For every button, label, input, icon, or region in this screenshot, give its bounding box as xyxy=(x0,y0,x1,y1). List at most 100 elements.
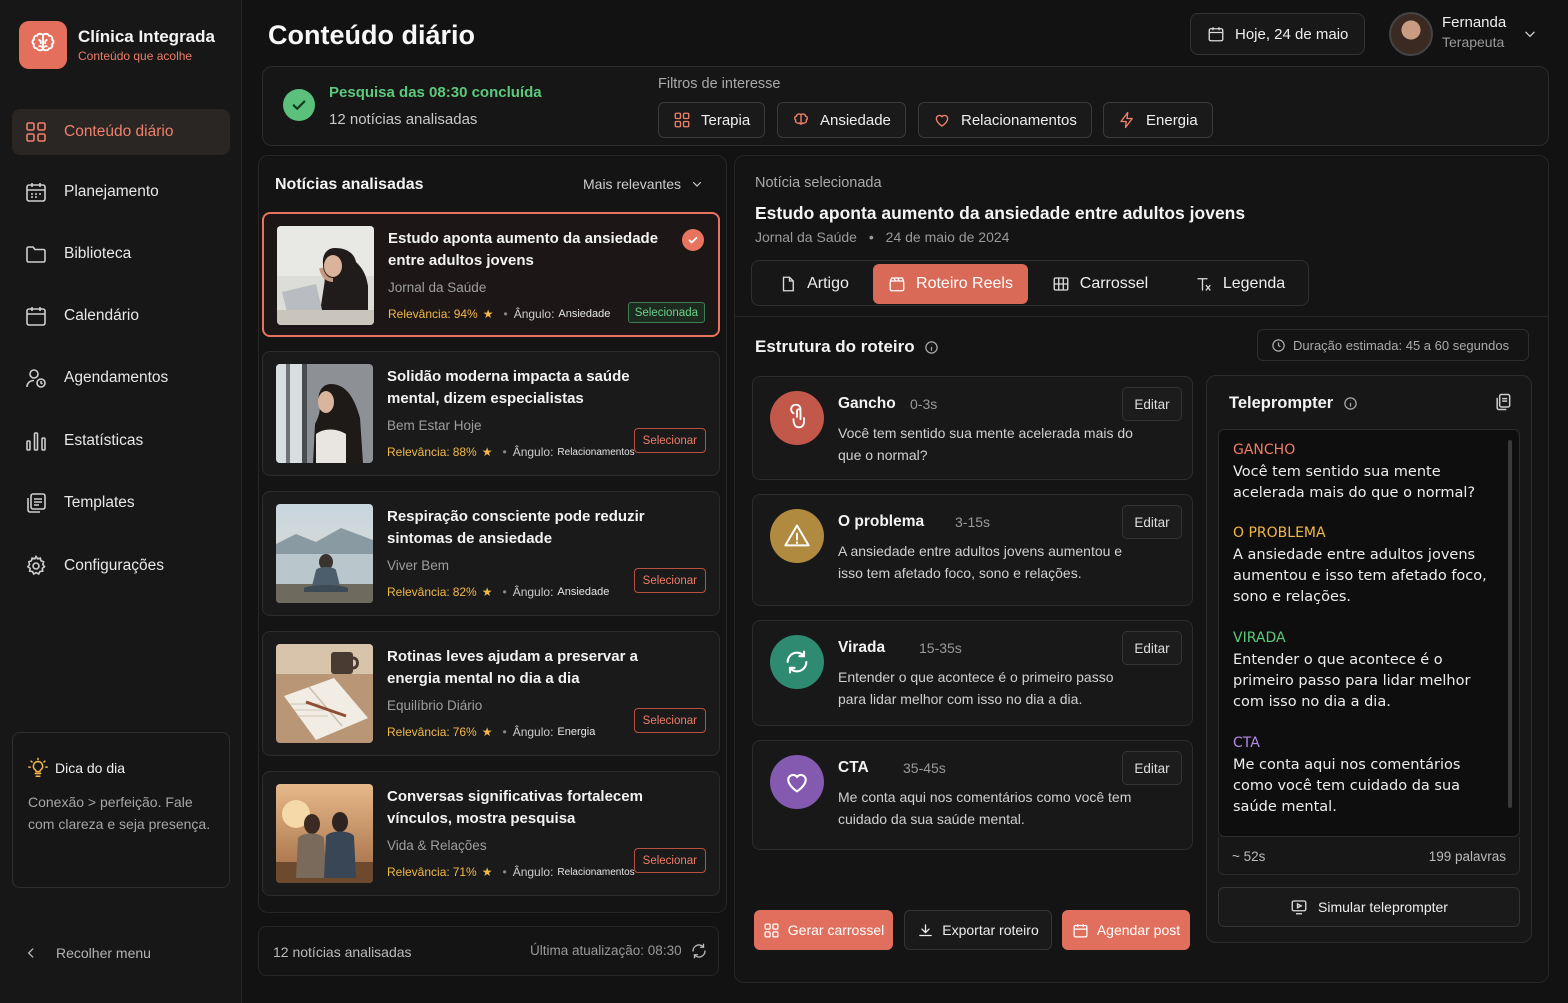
gear-icon xyxy=(24,554,48,578)
news-card[interactable]: Solidão moderna impacta a saúde mental, … xyxy=(262,351,720,476)
news-title: Rotinas leves ajudam a preservar a energ… xyxy=(387,648,638,687)
bar-chart-icon xyxy=(24,429,48,453)
sidebar-item-label: Agendamentos xyxy=(64,369,169,386)
relevance-value: 76% xyxy=(452,725,477,739)
relevance-label: Relevância: xyxy=(387,865,450,879)
simulate-teleprompter-button[interactable]: Simular teleprompter xyxy=(1218,887,1520,927)
info-icon[interactable] xyxy=(924,340,939,355)
page-title: Conteúdo diário xyxy=(268,20,475,50)
chevron-down-icon[interactable] xyxy=(1523,27,1537,41)
tab-artigo[interactable]: Artigo xyxy=(756,264,872,304)
edit-button[interactable]: Editar xyxy=(1122,505,1182,539)
star-icon: ★ xyxy=(482,307,494,321)
news-meta: Relevância: 94% ★ • Ângulo: Ansiedade xyxy=(388,307,611,321)
heart-icon xyxy=(770,755,824,809)
sidebar-item-biblioteca[interactable]: Biblioteca xyxy=(12,231,230,277)
select-button[interactable]: Selecionar xyxy=(633,428,706,453)
news-card[interactable]: Respiração consciente pode reduzir sinto… xyxy=(262,491,720,616)
filter-chip-label: Terapia xyxy=(701,111,751,129)
news-thumbnail-woman-laptop xyxy=(277,226,374,325)
sidebar-item-label: Conteúdo diário xyxy=(64,123,174,140)
filter-chip-terapia[interactable]: Terapia xyxy=(658,102,766,138)
step-name: Gancho xyxy=(838,395,896,412)
tab-roteiro-reels[interactable]: Roteiro Reels xyxy=(873,264,1028,304)
star-icon: ★ xyxy=(481,585,493,599)
sidebar-item-planejamento[interactable]: Planejamento xyxy=(12,169,230,215)
date-button[interactable]: Hoje, 24 de maio xyxy=(1190,13,1365,55)
sidebar-item-templates[interactable]: Templates xyxy=(12,480,230,526)
filter-chip-energia[interactable]: Energia xyxy=(1103,102,1213,138)
sidebar-item-label: Templates xyxy=(64,494,135,511)
info-icon[interactable] xyxy=(1343,396,1358,411)
select-button[interactable]: Selecionar xyxy=(633,848,706,873)
tab-carrossel[interactable]: Carrossel xyxy=(1037,264,1163,304)
teleprompter-section: CTA Me conta aqui nos comentários como v… xyxy=(1233,735,1461,815)
angle-value: Ansiedade xyxy=(557,586,610,598)
grid-icon xyxy=(24,120,48,144)
refresh-cycle-icon xyxy=(770,635,824,689)
relevance-label: Relevância: xyxy=(387,585,450,599)
clock-icon xyxy=(1271,338,1286,353)
step-name: Virada xyxy=(838,639,886,656)
selected-check-icon xyxy=(682,229,704,251)
export-script-button[interactable]: Exportar roteiro xyxy=(904,910,1052,950)
user-clock-icon xyxy=(24,366,48,390)
filter-chip-label: Ansiedade xyxy=(820,111,891,129)
calendar-icon xyxy=(24,304,48,328)
sidebar-item-label: Estatísticas xyxy=(64,432,144,449)
duration-estimate: Duração estimada: 45 a 60 segundos xyxy=(1257,329,1529,361)
script-step-cta: CTA 35-45s Me conta aqui nos comentários… xyxy=(752,740,1193,850)
teleprompter-panel: Teleprompter GANCHO Você tem sentido sua… xyxy=(1206,375,1532,943)
news-title: Respiração consciente pode reduzir sinto… xyxy=(387,508,645,547)
download-icon xyxy=(919,923,933,936)
select-button[interactable]: Selecionar xyxy=(633,568,706,593)
generate-carousel-button[interactable]: Gerar carrossel xyxy=(754,910,893,950)
news-card[interactable]: Estudo aponta aumento da ansiedade entre… xyxy=(262,212,720,337)
sidebar: Clínica Integrada Conteúdo que acolhe Co… xyxy=(0,0,242,1003)
carousel-icon xyxy=(1053,277,1069,291)
sidebar-item-configuracoes[interactable]: Configurações xyxy=(12,543,230,589)
angle-label: Ângulo: xyxy=(512,865,554,879)
sidebar-item-label: Configurações xyxy=(64,557,164,574)
lightbulb-icon xyxy=(27,757,49,779)
sidebar-item-estatisticas[interactable]: Estatísticas xyxy=(12,418,230,464)
sidebar-item-agendamentos[interactable]: Agendamentos xyxy=(12,355,230,401)
touch-icon xyxy=(770,391,824,445)
chevron-down-icon xyxy=(691,178,703,190)
filter-chip-label: Relacionamentos xyxy=(961,111,1077,129)
schedule-post-button[interactable]: Agendar post xyxy=(1062,910,1190,950)
edit-button[interactable]: Editar xyxy=(1122,631,1182,665)
edit-button[interactable]: Editar xyxy=(1122,751,1182,785)
sidebar-item-label: Planejamento xyxy=(64,183,159,200)
step-text: Entender o que acontece é o primeiro pas… xyxy=(838,669,1114,707)
relevance-label: Relevância: xyxy=(387,445,450,459)
document-icon xyxy=(782,276,795,292)
step-name: O problema xyxy=(838,513,925,530)
teleprompter-section: O PROBLEMA A ansiedade entre adultos jov… xyxy=(1233,525,1487,605)
brand-tagline: Conteúdo que acolhe xyxy=(78,49,193,63)
copy-icon[interactable] xyxy=(1493,392,1513,412)
brain-logo-icon xyxy=(19,21,67,69)
news-title: Solidão moderna impacta a saúde mental, … xyxy=(387,368,630,407)
select-button[interactable]: Selecionar xyxy=(633,708,706,733)
avatar[interactable] xyxy=(1389,12,1433,56)
teleprompter-text-box[interactable]: GANCHO Você tem sentido sua mente aceler… xyxy=(1218,429,1520,837)
relevance-value: 88% xyxy=(452,445,477,459)
step-time: 0-3s xyxy=(910,396,938,412)
heart-icon xyxy=(935,114,949,127)
sidebar-item-calendario[interactable]: Calendário xyxy=(12,293,230,339)
news-meta: Relevância: 71% ★ • Ângulo: Relacionamen… xyxy=(387,865,635,879)
news-card[interactable]: Conversas significativas fortalecem vínc… xyxy=(262,771,720,896)
collapse-menu-label: Recolher menu xyxy=(56,945,151,961)
filter-chip-ansiedade[interactable]: Ansiedade xyxy=(777,102,906,138)
collapse-menu-button[interactable]: Recolher menu xyxy=(24,945,151,961)
news-thumbnail-woman-window xyxy=(276,364,373,463)
news-card[interactable]: Rotinas leves ajudam a preservar a energ… xyxy=(262,631,720,756)
sort-dropdown[interactable]: Mais relevantes xyxy=(583,176,703,192)
tab-legenda[interactable]: Legenda xyxy=(1176,264,1304,304)
refresh-icon[interactable] xyxy=(690,942,708,960)
scrollbar[interactable] xyxy=(1508,440,1512,808)
filter-chip-relacionamentos[interactable]: Relacionamentos xyxy=(918,102,1092,138)
sidebar-item-conteudo-diario[interactable]: Conteúdo diário xyxy=(12,109,230,155)
edit-button[interactable]: Editar xyxy=(1122,387,1182,421)
